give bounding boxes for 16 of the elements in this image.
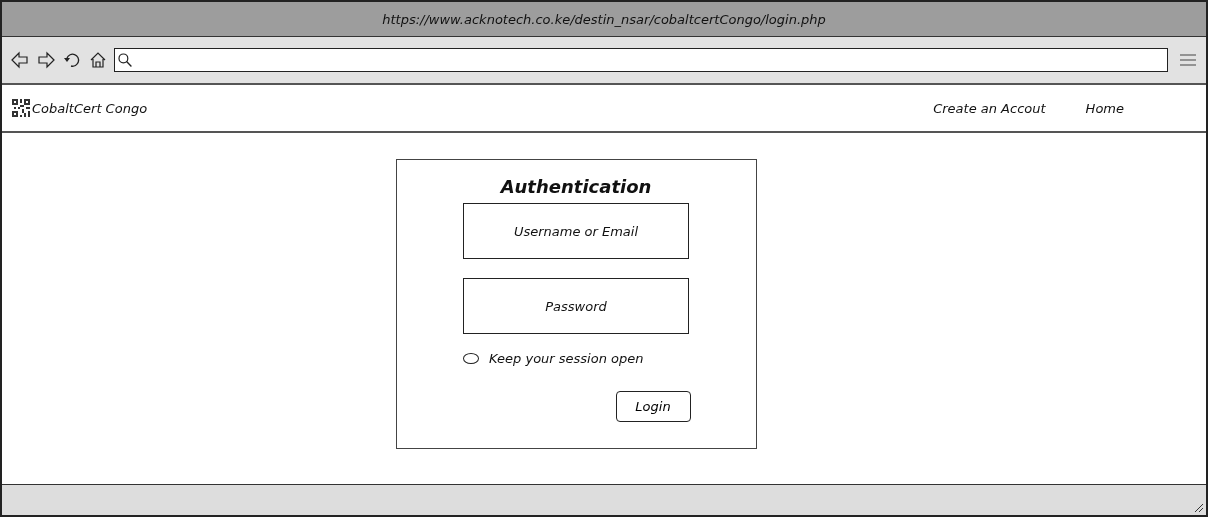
username-field[interactable]: Username or Email <box>463 203 689 259</box>
nav-link[interactable]: Create an Accout <box>933 100 1046 116</box>
address-bar[interactable] <box>114 48 1168 72</box>
qr-code-icon <box>12 99 30 117</box>
radio-label: Keep your session open <box>489 351 644 366</box>
forward-icon[interactable] <box>36 50 56 70</box>
panel-title: Authentication <box>500 176 652 197</box>
home-icon[interactable] <box>88 50 108 70</box>
nav-link[interactable]: Home <box>1085 100 1124 116</box>
search-icon <box>117 52 133 68</box>
window-title: https://www.acknotech.co.ke/destin_nsar/cobaltcertCongo/login.php <box>382 11 826 27</box>
site-name: CobaltCert Congo <box>32 100 148 116</box>
back-icon[interactable] <box>10 50 30 70</box>
password-field[interactable]: Password <box>463 278 689 334</box>
login-button[interactable]: Login <box>615 391 691 422</box>
radio-button[interactable] <box>463 353 479 364</box>
